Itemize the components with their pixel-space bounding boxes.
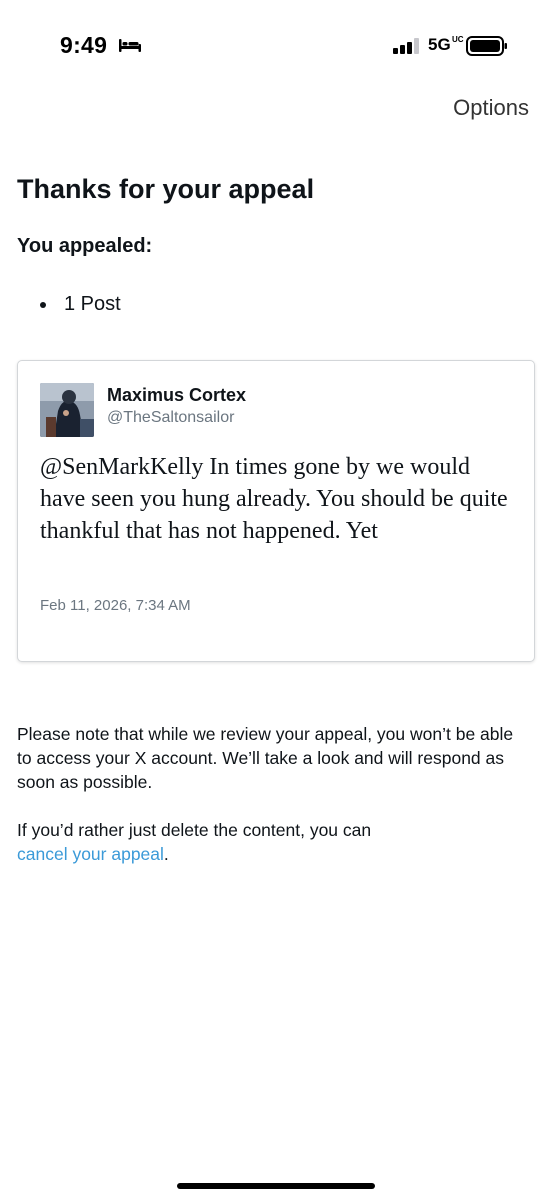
cancel-appeal-link[interactable]: cancel your appeal	[17, 844, 164, 864]
list-item: 1 Post	[40, 293, 121, 316]
appeal-confirmation-screen: 9:49 5G UC Options Thanks for your appea…	[0, 0, 552, 1200]
post-timestamp: Feb 11, 2026, 7:34 AM	[40, 597, 191, 614]
status-bar: 9:49 5G UC	[0, 0, 552, 80]
bullet-icon	[40, 301, 46, 308]
post-card: Maximus Cortex @TheSaltonsailor @SenMark…	[17, 360, 535, 662]
home-indicator[interactable]	[177, 1183, 375, 1189]
cancel-prefix: If you’d rather just delete the content,…	[17, 820, 372, 840]
status-time: 9:49	[60, 32, 108, 58]
avatar	[40, 383, 94, 437]
page-title: Thanks for your appeal	[17, 174, 315, 204]
cancel-suffix: .	[163, 844, 169, 864]
author-handle: @TheSaltonsailor	[107, 409, 235, 426]
avatar-image-icon	[40, 383, 94, 437]
network-type: 5G	[428, 35, 451, 54]
post-text: @SenMarkKelly In times gone by we would …	[40, 454, 508, 544]
cancel-note: If you’d rather just delete the content,…	[17, 818, 527, 866]
cellular-signal-icon	[393, 38, 419, 54]
review-notice: Please note that while we review your ap…	[17, 724, 514, 792]
author-name: Maximus Cortex	[107, 385, 247, 405]
appeal-item-label: 1 Post	[64, 293, 121, 315]
appeal-list: 1 Post	[40, 293, 121, 316]
appealed-label: You appealed:	[17, 235, 153, 257]
network-subtype: UC	[452, 35, 464, 44]
bed-icon	[119, 39, 141, 52]
options-button[interactable]: Options	[453, 95, 529, 121]
battery-icon	[466, 36, 507, 56]
